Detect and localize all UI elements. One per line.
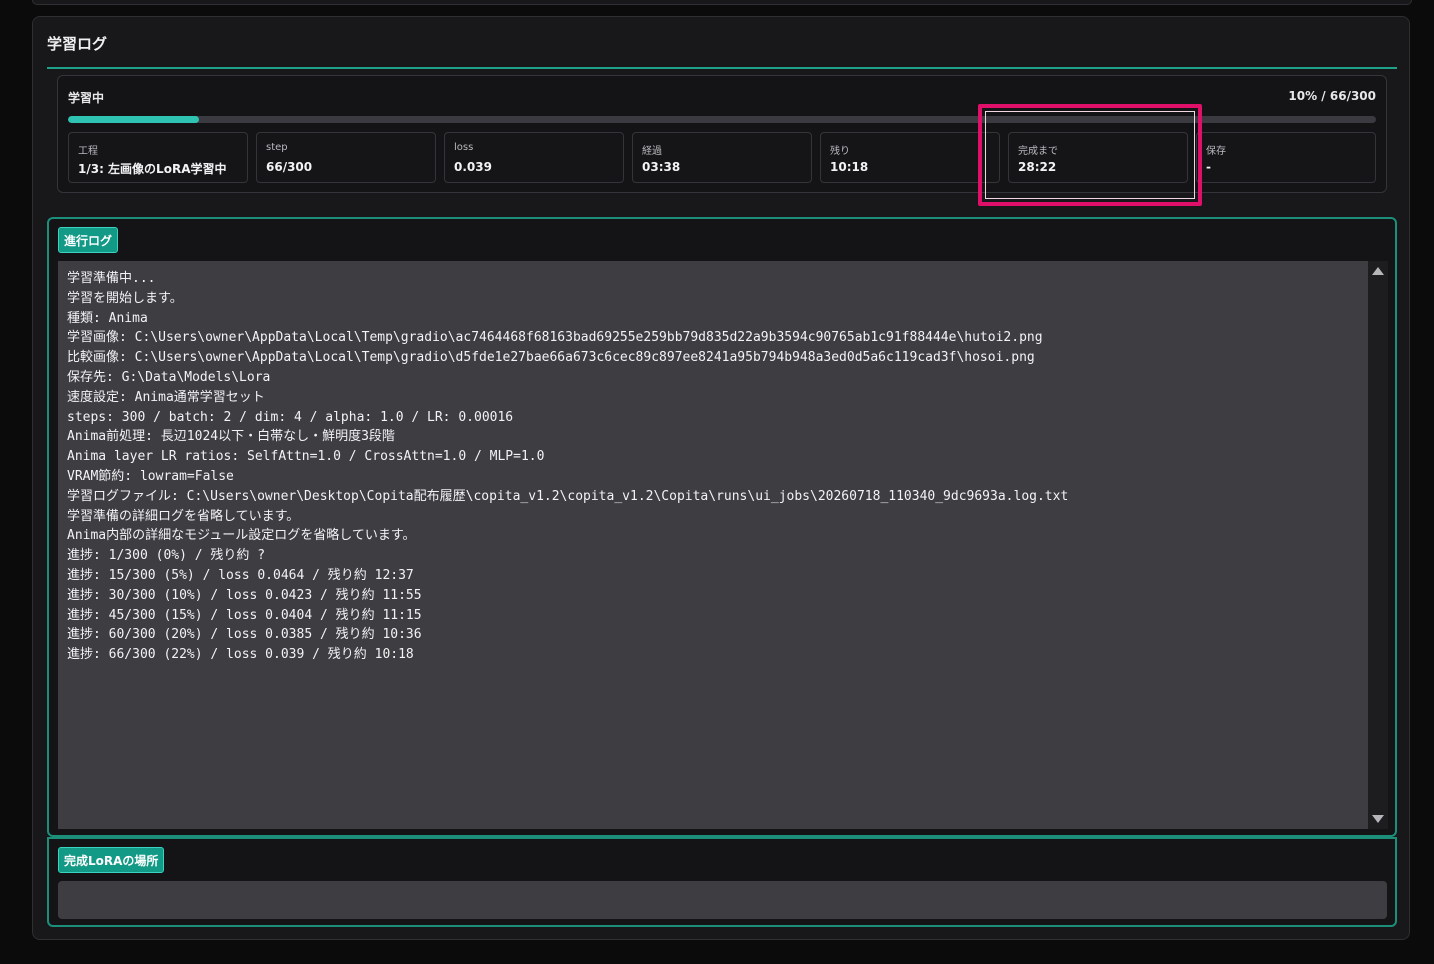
stat-label: step — [266, 142, 288, 153]
stat-card-step: step 66/300 — [256, 132, 436, 183]
progress-bar-fill — [68, 116, 199, 123]
stat-value: 1/3: 左画像のLoRA学習中 — [78, 162, 227, 176]
stat-label: 工程 — [78, 146, 98, 157]
stat-label: loss — [454, 142, 474, 153]
stat-card-loss: loss 0.039 — [444, 132, 624, 183]
log-textarea[interactable]: 学習準備中... 学習を開始します。 種類: Anima 学習画像: C:\Us… — [58, 261, 1368, 829]
stat-label: 残り — [830, 146, 850, 157]
stat-card-elapsed: 経過 03:38 — [632, 132, 812, 183]
stat-value: 03:38 — [642, 160, 681, 174]
status-label: 学習中 — [68, 91, 105, 105]
stat-card-stage: 工程 1/3: 左画像のLoRA学習中 — [68, 132, 248, 183]
stat-card-save: 保存 - — [1196, 132, 1376, 183]
lora-location-box: 完成LoRAの場所 — [47, 837, 1397, 927]
lora-location-field[interactable] — [58, 881, 1387, 919]
scroll-up-icon[interactable] — [1372, 267, 1384, 275]
stat-value: - — [1206, 160, 1211, 174]
stat-card-remaining: 残り 10:18 — [820, 132, 1000, 183]
progress-text: 10% / 66/300 — [1288, 89, 1376, 103]
previous-panel-edge — [32, 0, 1412, 5]
title-divider — [47, 67, 1397, 69]
log-scrollbar[interactable] — [1368, 261, 1388, 829]
stat-value: 66/300 — [266, 160, 313, 174]
stat-value: 10:18 — [830, 160, 869, 174]
highlight-annotation-box — [978, 104, 1202, 206]
training-log-panel: 学習ログ 学習中 10% / 66/300 工程 1/3: 左画像のLoRA学習… — [32, 16, 1410, 940]
progress-log-tab: 進行ログ — [58, 227, 119, 253]
scroll-down-icon[interactable] — [1372, 815, 1384, 823]
stat-label: 保存 — [1206, 146, 1226, 157]
stat-label: 経過 — [642, 146, 662, 157]
progress-log-box: 進行ログ 学習準備中... 学習を開始します。 種類: Anima 学習画像: … — [47, 217, 1397, 837]
stat-value: 0.039 — [454, 160, 492, 174]
log-text: 学習準備中... 学習を開始します。 種類: Anima 学習画像: C:\Us… — [67, 271, 1069, 663]
panel-title: 学習ログ — [47, 35, 108, 53]
lora-location-tab: 完成LoRAの場所 — [58, 847, 165, 873]
